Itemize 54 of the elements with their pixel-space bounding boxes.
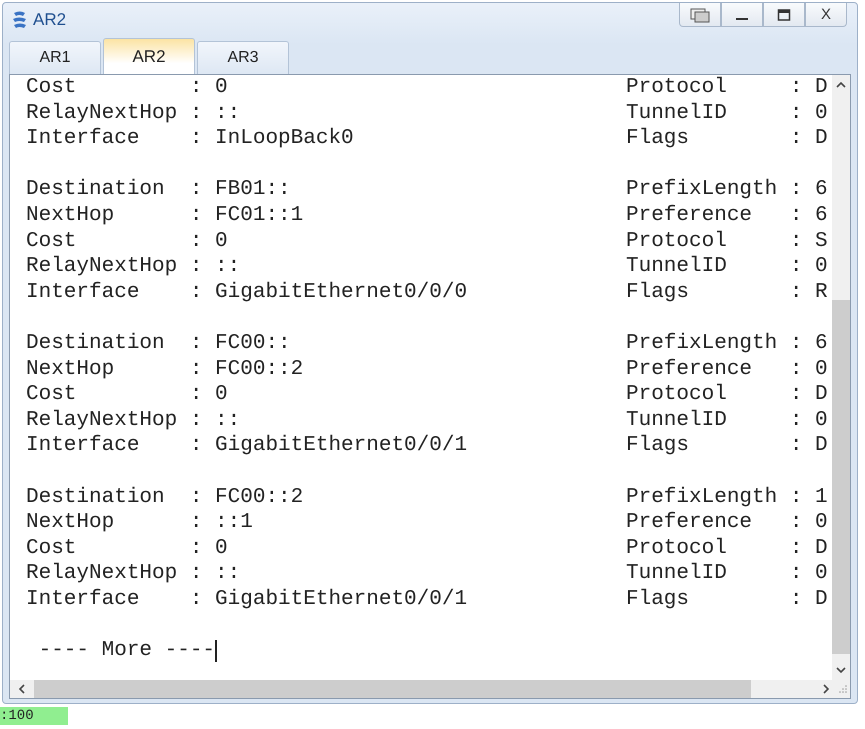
terminal-line: Flags : D [626, 126, 828, 152]
app-icon [11, 10, 29, 30]
terminal-line: TunnelID : 0 [626, 561, 828, 587]
text-cursor [215, 640, 218, 662]
terminal-line: Interface : InLoopBack0 [26, 126, 355, 152]
terminal-line: TunnelID : 0 [626, 254, 828, 280]
terminal-line: Protocol : D [626, 382, 828, 408]
maximize-button[interactable] [763, 3, 805, 27]
terminal-line: RelayNextHop : :: [26, 100, 242, 126]
terminal-line: NextHop : FC00::2 [26, 356, 304, 382]
terminal-line: PrefixLength : 6 [626, 330, 828, 357]
resize-grip-icon[interactable] [838, 684, 848, 694]
terminal-line: Cost : 0 [26, 536, 229, 562]
terminal-line: Flags : D [626, 433, 828, 459]
terminal-line: NextHop : FC01::1 [26, 202, 304, 229]
minimize-icon [736, 18, 748, 20]
more-prompt: ---- More ---- [38, 638, 216, 664]
terminal-line: Flags : R [626, 280, 828, 306]
terminal-line: Interface : GigabitEthernet0/0/1 [26, 586, 468, 612]
terminal-line: Protocol : D [626, 536, 828, 562]
terminal-line: Cost : 0 [26, 75, 229, 101]
terminal-line: RelayNextHop : :: [26, 254, 242, 280]
terminal-line: Destination : FC00:: [26, 330, 292, 357]
restore-button[interactable] [679, 3, 721, 27]
terminal-line: NextHop : ::1 [26, 510, 254, 536]
terminal-line: Protocol : D [626, 75, 828, 101]
tab[interactable]: AR3 [197, 41, 289, 74]
terminal-line: PrefixLength : 6 [626, 177, 828, 203]
terminal-line: Preference : 6 [626, 202, 828, 229]
minimize-button[interactable] [721, 3, 763, 27]
tab[interactable]: AR1 [9, 41, 101, 74]
terminal-line: RelayNextHop : :: [26, 561, 242, 587]
maximize-icon [777, 8, 791, 22]
terminal-line: Protocol : S [626, 228, 828, 254]
terminal-line: RelayNextHop : :: [26, 408, 242, 434]
status-text: :100 [0, 707, 68, 725]
terminal-line: Interface : GigabitEthernet0/0/1 [26, 433, 468, 459]
restore-icon [689, 6, 711, 22]
terminal-line: Flags : D [626, 586, 828, 612]
vertical-scrollbar[interactable] [832, 75, 850, 680]
tab[interactable]: AR2 [103, 38, 195, 74]
terminal-line: Cost : 0 [26, 382, 229, 408]
terminal-line: Destination : FB01:: [26, 177, 292, 203]
terminal-line: Interface : GigabitEthernet0/0/0 [26, 280, 468, 306]
terminal-line: Preference : 0 [626, 510, 828, 536]
terminal-line: PrefixLength : 1 [626, 484, 828, 510]
terminal-line: TunnelID : 0 [626, 100, 828, 126]
terminal-line: Preference : 0 [626, 356, 828, 382]
terminal-line: Destination : FC00::2 [26, 484, 304, 510]
close-button[interactable]: X [805, 3, 847, 27]
terminal-line: TunnelID : 0 [626, 408, 828, 434]
terminal-line: Cost : 0 [26, 228, 229, 254]
scrollbar-thumb[interactable] [832, 300, 850, 654]
window-title: AR2 [33, 10, 66, 30]
